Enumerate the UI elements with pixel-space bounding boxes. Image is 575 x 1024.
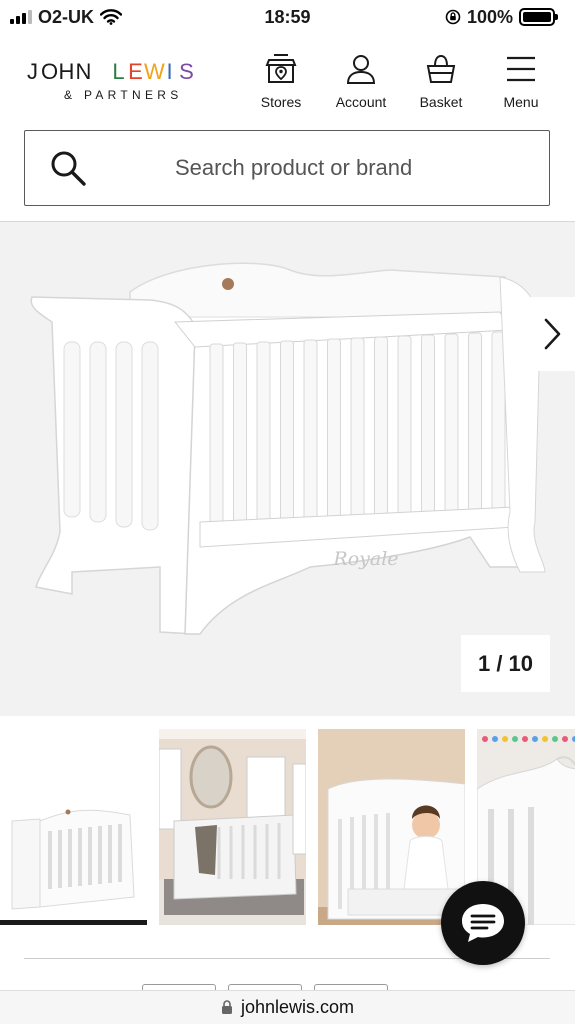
signal-icon [10, 10, 32, 24]
nav-stores-label: Stores [260, 94, 302, 110]
thumbnail-2[interactable] [159, 729, 306, 925]
site-header: JOHNLEWIS & PARTNERS Stores Account Bask… [0, 44, 575, 116]
cot-slat [468, 332, 482, 521]
thumbnail-nursery-image [159, 729, 306, 925]
chevron-right-icon [544, 318, 561, 350]
logo-letter: I [166, 59, 173, 84]
basket-icon [426, 54, 456, 83]
cot-slat [397, 335, 412, 527]
thumbnail-3[interactable] [318, 729, 465, 925]
crib-script-text: Royale [332, 548, 398, 570]
cot-slat [374, 336, 388, 530]
thumbnail-cot-image [0, 729, 147, 925]
nav-account[interactable]: Account [321, 52, 401, 110]
logo-letter: L [112, 59, 125, 84]
cot-slat [421, 334, 435, 525]
next-image-button[interactable] [529, 297, 575, 371]
logo-letter: H [58, 59, 75, 84]
nav-account-label: Account [335, 94, 387, 110]
menu-icon [507, 56, 535, 82]
header-nav: Stores Account Basket Menu [241, 52, 561, 110]
thumbnail-child-image [318, 729, 465, 925]
status-bar: O2-UK 18:59 100% [0, 0, 575, 34]
cot-slat [303, 339, 318, 536]
logo-letter: W [144, 59, 165, 84]
search-icon [51, 151, 86, 186]
nav-stores[interactable]: Stores [241, 52, 321, 110]
thumbnail-1[interactable] [0, 729, 147, 925]
logo-letter: J [27, 59, 38, 84]
wifi-icon [100, 9, 123, 25]
url-text: johnlewis.com [240, 997, 355, 1017]
account-icon [346, 55, 376, 84]
battery-percent: 100% [466, 6, 513, 27]
carrier-label: O2-UK [38, 6, 95, 27]
battery-icon [519, 8, 558, 26]
john-lewis-logo[interactable]: JOHNLEWIS & PARTNERS [24, 60, 195, 103]
search-input[interactable] [25, 131, 549, 205]
cot-slat [327, 338, 341, 534]
lock-icon [221, 1000, 232, 1014]
logo-letter: E [128, 59, 143, 84]
browser-url-bar[interactable]: johnlewis.com [0, 990, 575, 1024]
image-counter: 1 / 10 [461, 635, 550, 692]
nav-basket[interactable]: Basket [401, 52, 481, 110]
logo-subtitle: & PARTNERS [64, 88, 183, 102]
chat-icon [462, 904, 504, 942]
nav-menu[interactable]: Menu [481, 52, 561, 110]
cot-slat [350, 337, 365, 532]
logo-wordmark: JOHNLEWIS [24, 60, 195, 84]
cot-slat [280, 340, 294, 538]
logo-letter: N [75, 59, 92, 84]
chat-button[interactable] [441, 881, 525, 965]
stores-icon [265, 54, 297, 83]
nav-menu-label: Menu [503, 94, 539, 110]
cot-slat [256, 341, 271, 541]
cot-slat [209, 343, 224, 545]
logo-letter: O [41, 59, 59, 84]
status-left: O2-UK [10, 6, 123, 28]
cot-slat [444, 333, 459, 523]
status-right: 100% [445, 6, 558, 28]
logo-letter: S [179, 59, 194, 84]
product-image-gallery[interactable]: Royale 1 / 10 [0, 222, 575, 716]
logo-letter [92, 60, 110, 84]
cot-slat [233, 342, 247, 543]
rotation-lock-icon [445, 9, 461, 25]
search-bar[interactable] [24, 130, 550, 206]
nav-basket-label: Basket [419, 94, 463, 110]
